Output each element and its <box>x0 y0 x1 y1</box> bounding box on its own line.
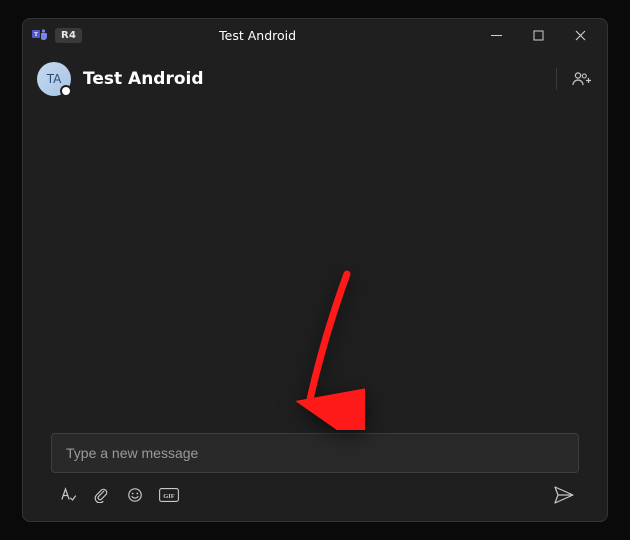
send-button[interactable] <box>549 483 579 507</box>
gif-button[interactable]: GIF <box>155 483 183 507</box>
presence-indicator-icon <box>60 85 72 97</box>
compose-toolbar: GIF <box>51 473 579 507</box>
maximize-button[interactable] <box>517 20 559 50</box>
window-controls <box>475 20 601 50</box>
composer: GIF <box>23 433 607 521</box>
gif-icon: GIF <box>159 488 179 502</box>
maximize-icon <box>533 30 544 41</box>
emoji-button[interactable] <box>121 483 149 507</box>
send-icon <box>554 486 574 504</box>
paperclip-icon <box>93 487 109 503</box>
titlebar: T R4 Test Android <box>23 19 607 51</box>
chat-messages-area <box>23 107 607 433</box>
minimize-icon <box>491 30 502 41</box>
svg-text:GIF: GIF <box>163 493 175 500</box>
chat-header-actions <box>556 66 593 92</box>
avatar[interactable]: TA <box>37 62 71 96</box>
format-button[interactable] <box>53 483 81 507</box>
avatar-initials: TA <box>47 72 62 86</box>
minimize-button[interactable] <box>475 20 517 50</box>
chat-contact-name: Test Android <box>83 69 556 89</box>
add-people-button[interactable] <box>571 68 593 90</box>
divider <box>556 68 557 90</box>
chat-header: TA Test Android <box>23 51 607 107</box>
teams-chat-window: T R4 Test Android TA Test Android <box>22 18 608 522</box>
add-people-icon <box>572 71 592 87</box>
close-icon <box>575 30 586 41</box>
format-icon <box>59 487 76 503</box>
attach-button[interactable] <box>87 483 115 507</box>
close-button[interactable] <box>559 20 601 50</box>
emoji-icon <box>127 487 143 503</box>
window-title: Test Android <box>40 28 475 43</box>
svg-text:T: T <box>34 32 38 38</box>
message-input[interactable] <box>51 433 579 473</box>
